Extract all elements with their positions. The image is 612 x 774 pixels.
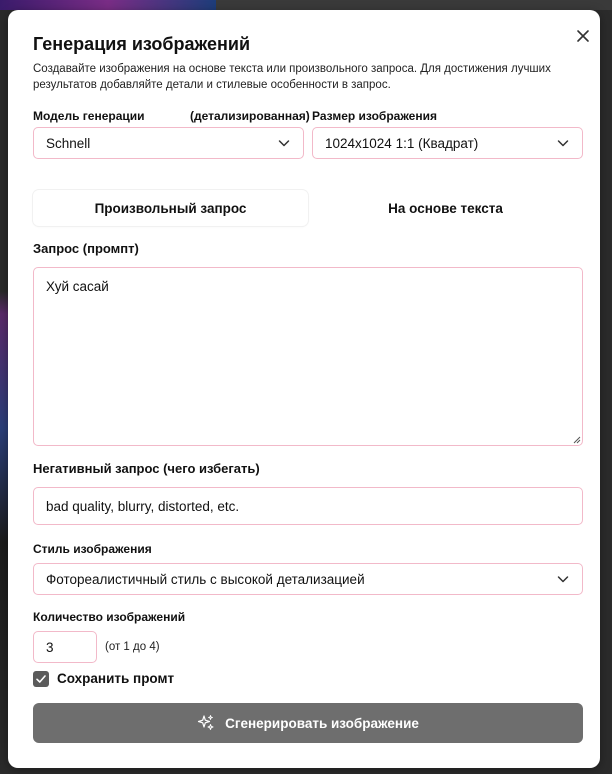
background-panel: [216, 0, 612, 10]
prompt-text: Хуй сасай: [46, 279, 109, 294]
save-prompt-label[interactable]: Сохранить промт: [57, 671, 174, 686]
count-value: 3: [46, 639, 54, 655]
model-note: (детализированная): [190, 109, 310, 123]
negative-prompt-label: Негативный запрос (чего избегать): [33, 461, 260, 476]
model-label: Модель генерации: [33, 109, 145, 123]
count-hint: (от 1 до 4): [105, 641, 160, 653]
model-select-value: Schnell: [46, 135, 91, 151]
size-select-value: 1024x1024 1:1 (Квадрат): [325, 135, 479, 151]
dialog-title: Генерация изображений: [33, 34, 251, 54]
negative-prompt-input[interactable]: bad quality, blurry, distorted, etc.: [33, 487, 583, 525]
resize-handle-icon[interactable]: [572, 435, 581, 444]
tab-custom-prompt[interactable]: Произвольный запрос: [33, 190, 308, 226]
tab-text-based[interactable]: На основе текста: [308, 190, 583, 226]
dialog-description: Создавайте изображения на основе текста …: [33, 63, 551, 91]
style-select-value: Фотореалистичный стиль с высокой детализ…: [46, 571, 365, 587]
model-select[interactable]: Schnell: [33, 127, 304, 159]
generate-button[interactable]: Сгенерировать изображение: [33, 703, 583, 743]
count-label: Количество изображений: [33, 610, 186, 624]
style-select[interactable]: Фотореалистичный стиль с высокой детализ…: [33, 563, 583, 595]
chevron-down-icon: [557, 576, 569, 583]
background-artwork: [0, 0, 216, 10]
size-select[interactable]: 1024x1024 1:1 (Квадрат): [312, 127, 583, 159]
size-label: Размер изображения: [312, 109, 437, 123]
count-input[interactable]: 3: [33, 631, 97, 663]
prompt-label: Запрос (промпт): [33, 241, 139, 256]
negative-prompt-value: bad quality, blurry, distorted, etc.: [46, 498, 240, 514]
style-label: Стиль изображения: [33, 542, 152, 556]
prompt-textarea[interactable]: Хуй сасай: [33, 267, 583, 446]
image-generation-dialog: Генерация изображений Создавайте изображ…: [8, 10, 600, 768]
close-icon[interactable]: [573, 26, 593, 46]
sparkles-icon: [198, 715, 214, 730]
prompt-mode-tabs: Произвольный запрос На основе текста: [33, 190, 583, 226]
chevron-down-icon: [278, 140, 290, 147]
save-prompt-checkbox[interactable]: [33, 671, 49, 687]
chevron-down-icon: [557, 140, 569, 147]
checkmark-icon: [36, 675, 46, 683]
generate-button-label: Сгенерировать изображение: [225, 715, 419, 731]
